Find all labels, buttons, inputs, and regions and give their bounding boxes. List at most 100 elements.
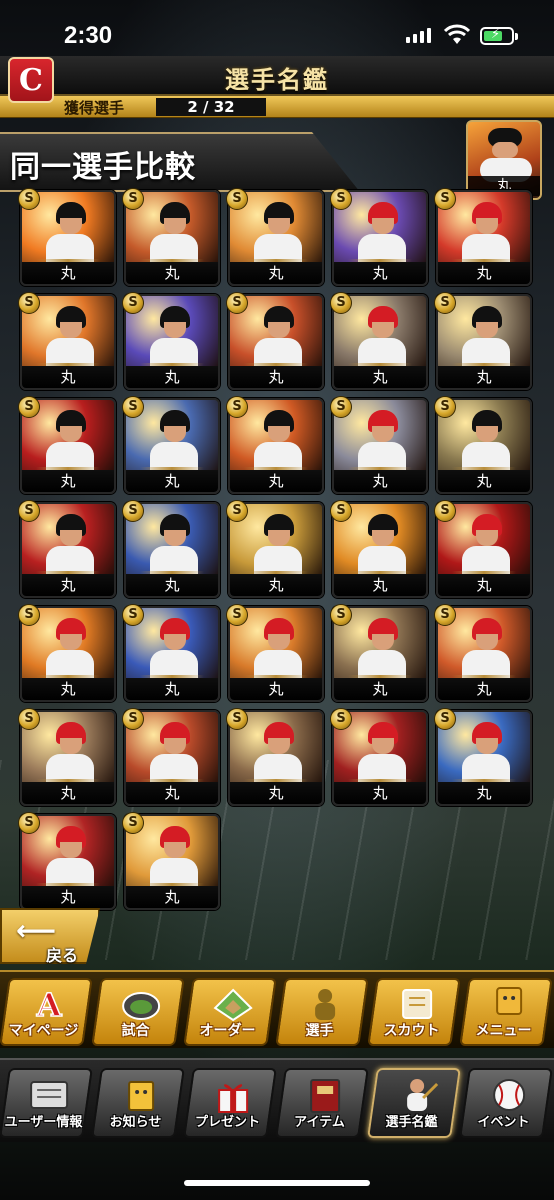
player-figure-icon: [462, 410, 510, 472]
nav-main-menu[interactable]: メニュー: [459, 978, 553, 1046]
player-figure-icon: [254, 514, 302, 576]
player-figure-icon: [358, 306, 406, 368]
player-name: 丸: [334, 779, 426, 804]
nav-main-scout[interactable]: スカウト: [367, 978, 461, 1046]
nav-sub-player-book[interactable]: 選手名鑑: [367, 1068, 461, 1138]
notice-icon: [119, 1076, 163, 1114]
team-logo[interactable]: C: [8, 57, 54, 103]
player-name: 丸: [126, 467, 218, 492]
status-bar: 2:30 ⚡: [0, 0, 554, 58]
acquired-bar: 獲得選手 2 / 32: [0, 96, 554, 118]
selected-player-card[interactable]: 丸: [466, 120, 542, 200]
player-name: 丸: [22, 363, 114, 388]
player-name: 丸: [126, 779, 218, 804]
nav-main-field[interactable]: オーダー: [183, 978, 277, 1046]
nav-sub-label: アイテム: [294, 1115, 345, 1130]
player-figure-icon: [46, 826, 94, 888]
player-figure-icon: [150, 410, 198, 472]
player-name: 丸: [438, 259, 530, 284]
nav-sub-label: ユーザー情報: [4, 1115, 83, 1130]
s-rank-badge-icon: S: [18, 500, 40, 522]
nav-sub-label: イベント: [477, 1115, 530, 1130]
s-rank-badge-icon: S: [122, 812, 144, 834]
s-rank-badge-icon: S: [18, 604, 40, 626]
player-figure-icon: [358, 722, 406, 784]
s-rank-badge-icon: S: [434, 708, 456, 730]
nav-main-label: マイページ: [8, 1023, 79, 1039]
player-figure-icon: [254, 306, 302, 368]
nav-sub-event[interactable]: イベント: [459, 1068, 553, 1138]
nav-sub-present[interactable]: プレゼント: [183, 1068, 277, 1138]
nav-sub-label: プレゼント: [195, 1115, 261, 1130]
player-name: 丸: [334, 675, 426, 700]
status-time: 2:30: [64, 22, 113, 49]
nav-main-a[interactable]: A マイページ: [0, 978, 93, 1046]
player-name: 丸: [334, 259, 426, 284]
player-name: 丸: [438, 571, 530, 596]
nav-sub-user-info[interactable]: ユーザー情報: [0, 1068, 93, 1138]
player-name: 丸: [126, 571, 218, 596]
player-figure-icon: [46, 202, 94, 264]
team-logo-letter: C: [19, 62, 43, 98]
nav-sub-item[interactable]: アイテム: [275, 1068, 369, 1138]
player-figure-icon: [462, 618, 510, 680]
s-rank-badge-icon: S: [226, 188, 248, 210]
player-figure-icon: [254, 202, 302, 264]
s-rank-badge-icon: S: [226, 292, 248, 314]
s-rank-badge-icon: S: [434, 500, 456, 522]
present-icon: [211, 1076, 255, 1114]
player-figure-icon: [462, 306, 510, 368]
player-name: 丸: [230, 571, 322, 596]
s-rank-badge-icon: S: [18, 812, 40, 834]
nav-sub-notice[interactable]: お知らせ: [91, 1068, 185, 1138]
s-rank-badge-icon: S: [18, 396, 40, 418]
scout-icon: [397, 986, 437, 1022]
comparison-title: 同一選手比較: [10, 150, 196, 185]
nav-main-player[interactable]: 選手: [275, 978, 369, 1046]
acquired-label: 獲得選手: [64, 99, 125, 117]
field-icon: [213, 986, 253, 1022]
player-name: 丸: [230, 363, 322, 388]
player-portrait-icon: [480, 128, 532, 182]
s-rank-badge-icon: S: [18, 188, 40, 210]
s-rank-badge-icon: S: [122, 500, 144, 522]
svg-text:A: A: [36, 986, 63, 1022]
s-rank-badge-icon: S: [18, 292, 40, 314]
player-name: 丸: [230, 259, 322, 284]
signal-icon: [406, 28, 431, 43]
player-figure-icon: [462, 202, 510, 264]
player-figure-icon: [254, 410, 302, 472]
nav-main-label: スカウト: [383, 1023, 440, 1039]
s-rank-badge-icon: S: [330, 396, 352, 418]
nav-main-stadium[interactable]: 試合: [91, 978, 185, 1046]
menu-icon: [489, 986, 529, 1022]
s-rank-badge-icon: S: [226, 708, 248, 730]
player-name: 丸: [22, 467, 114, 492]
nav-main-label: メニュー: [475, 1023, 532, 1039]
sub-nav: ユーザー情報 お知らせ プレゼント アイテム 選手名鑑 イベント: [0, 1058, 554, 1142]
nav-main-label: オーダー: [199, 1023, 256, 1039]
nav-sub-label: 選手名鑑: [385, 1115, 438, 1130]
player-name: 丸: [22, 883, 114, 908]
stadium-icon: [121, 986, 161, 1022]
header: 選手名鑑: [0, 56, 554, 96]
player-figure-icon: [150, 826, 198, 888]
player-name: 丸: [438, 467, 530, 492]
s-rank-badge-icon: S: [122, 708, 144, 730]
item-icon: [303, 1076, 347, 1114]
player-name: 丸: [230, 779, 322, 804]
comparison-banner: 同一選手比較: [0, 132, 360, 192]
player-name: 丸: [22, 259, 114, 284]
s-rank-badge-icon: S: [122, 188, 144, 210]
player-figure-icon: [150, 306, 198, 368]
player-name: 丸: [126, 883, 218, 908]
player-figure-icon: [46, 618, 94, 680]
s-rank-badge-icon: S: [434, 188, 456, 210]
player-figure-icon: [462, 514, 510, 576]
player-name: 丸: [126, 259, 218, 284]
s-rank-badge-icon: S: [330, 708, 352, 730]
player-figure-icon: [358, 514, 406, 576]
player-figure-icon: [462, 722, 510, 784]
nav-main-label: 選手: [305, 1023, 334, 1039]
back-button[interactable]: ⟵ 戻る: [0, 908, 100, 964]
